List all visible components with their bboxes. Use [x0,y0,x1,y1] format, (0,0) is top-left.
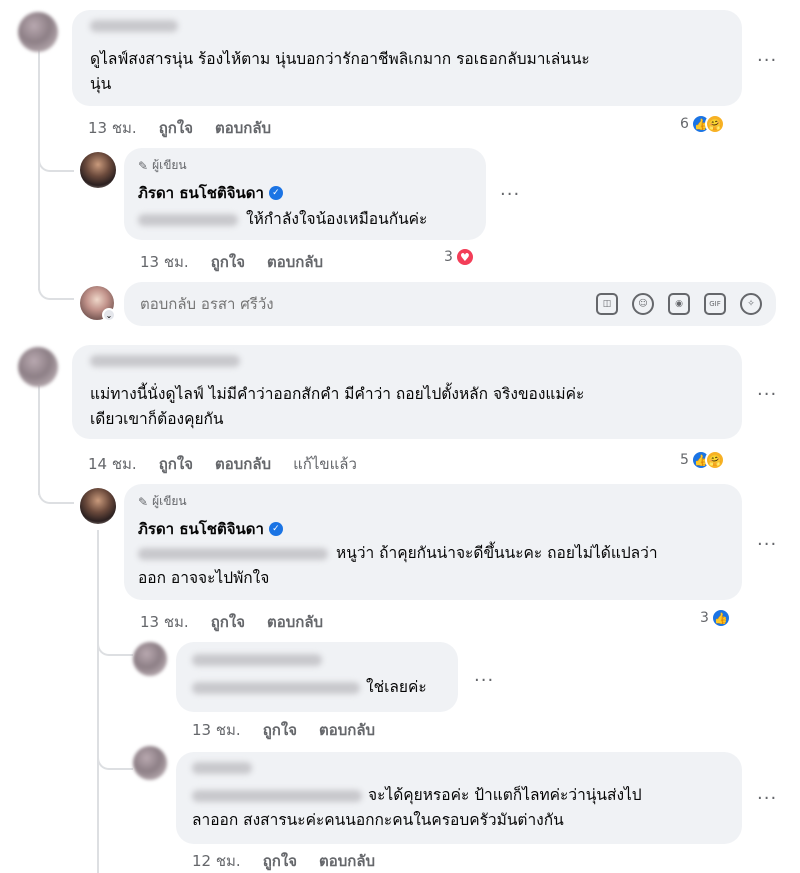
comment-bubble: ดูไลฟ์สงสารนุ่น ร้องไห้ตาม นุ่นบอกว่ารัก… [72,10,742,106]
reaction-count: 5 [680,452,689,468]
comment-actions: 13 ชม. ถูกใจ ตอบกลับ [88,116,271,140]
sub-reply-actions: 13 ชม. ถูกใจ ตอบกลับ [192,718,375,742]
reply-button[interactable]: ตอบกลับ [267,250,323,274]
reply-button[interactable]: ตอบกลับ [267,610,323,634]
commenter-avatar[interactable] [18,347,58,387]
more-options-button[interactable]: ··· [757,790,777,808]
like-button[interactable]: ถูกใจ [159,116,193,140]
reply-time[interactable]: 13 ชม. [140,610,189,634]
thread-line-3 [97,530,99,873]
mentioned-name-blurred[interactable] [192,681,360,694]
sub-reply-bubble: จะได้คุยหรอค่ะ ป้าแตก็ไลทค่ะว่านุ่นส่งไป… [176,752,742,844]
love-icon: ♥ [454,247,475,267]
sticker-icon[interactable]: ◫ [596,293,618,315]
author-avatar[interactable] [80,488,116,524]
author-name[interactable]: ภิรดา ธนโชติจินดา [138,181,264,205]
thread-curve-1a [38,150,74,172]
like-button[interactable]: ถูกใจ [263,718,297,742]
more-options-button[interactable]: ··· [474,672,494,690]
comment-actions: 14 ชม. ถูกใจ ตอบกลับ แก้ไขแล้ว [88,452,357,476]
verified-icon: ✓ [268,186,283,200]
reply-time[interactable]: 13 ชม. [192,718,241,742]
sub-reply-bubble: ใช่เลยค่ะ [176,642,458,712]
commenter-name-blurred[interactable] [90,355,240,367]
like-icon: 👍 [710,608,731,628]
gif-icon[interactable]: GIF [704,293,726,315]
like-button[interactable]: ถูกใจ [211,250,245,274]
commenter-name-blurred[interactable] [192,654,322,666]
mentioned-name-blurred[interactable] [138,213,238,226]
author-reply-text-line1: หนูว่า ถ้าคุยกันน่าจะดีขึ้นนะคะ ถอยไม่ได… [336,544,658,562]
comment-time[interactable]: 14 ชม. [88,452,137,476]
more-options-button[interactable]: ··· [757,386,777,404]
thread-curve-1b [38,270,74,300]
care-icon: 🤗 [704,114,725,134]
like-button[interactable]: ถูกใจ [211,610,245,634]
pencil-icon: ✎ [138,158,149,173]
thread-curve-3a [97,620,133,656]
author-reply-actions: 13 ชม. ถูกใจ ตอบกลับ [140,610,323,634]
more-options-button[interactable]: ··· [500,186,520,204]
reaction-count: 6 [680,116,689,132]
commenter-avatar[interactable] [133,746,167,780]
sub-reply-text: ใช่เลยค่ะ [366,678,427,696]
more-options-button[interactable]: ··· [757,52,777,70]
commenter-avatar[interactable] [18,12,58,52]
reaction-summary[interactable]: 3 👍 [700,608,731,628]
more-options-button[interactable]: ··· [757,536,777,554]
commenter-name-blurred[interactable] [192,762,252,774]
like-button[interactable]: ถูกใจ [159,452,193,476]
pencil-icon: ✎ [138,494,149,509]
reaction-summary[interactable]: 3 ♥ [444,247,475,267]
sub-reply-actions: 12 ชม. ถูกใจ ตอบกลับ [192,849,375,873]
chevron-down-icon[interactable]: ⌄ [102,308,116,322]
reply-button[interactable]: ตอบกลับ [215,116,271,140]
author-avatar[interactable] [80,152,116,188]
commenter-avatar[interactable] [133,642,167,676]
author-tag: ผู้เขียน [152,158,187,172]
like-button[interactable]: ถูกใจ [263,849,297,873]
avatar-sticker-icon[interactable]: ✧ [740,293,762,315]
thread-curve-3b [97,740,133,770]
camera-icon[interactable]: ◉ [668,293,690,315]
author-reply-bubble: ✎ ผู้เขียน ภิรดา ธนโชติจินดา ✓ ให้กำลังใ… [124,148,486,240]
reaction-summary[interactable]: 6 👍 🤗 [680,114,725,134]
reaction-count: 3 [444,249,453,265]
mentioned-name-blurred[interactable] [138,547,328,560]
reply-button[interactable]: ตอบกลับ [319,718,375,742]
reaction-count: 3 [700,610,709,626]
care-icon: 🤗 [704,450,725,470]
commenter-name-blurred[interactable] [90,20,178,32]
reply-time[interactable]: 13 ชม. [140,250,189,274]
reply-composer: ◫ ☺ ◉ GIF ✧ [124,282,776,326]
reply-button[interactable]: ตอบกลับ [215,452,271,476]
author-reply-text: ให้กำลังใจน้องเหมือนกันค่ะ [246,210,428,228]
mentioned-name-blurred[interactable] [192,789,362,802]
thread-curve-2 [38,470,74,504]
reply-input[interactable] [124,295,582,313]
reply-time[interactable]: 12 ชม. [192,849,241,873]
author-reply-actions: 13 ชม. ถูกใจ ตอบกลับ [140,250,323,274]
reaction-summary[interactable]: 5 👍 🤗 [680,450,725,470]
comment-bubble: แม่ทางนี้นั่งดูไลฟ์ ไม่มีคำว่าออกสักคำ ม… [72,345,742,439]
comment-time[interactable]: 13 ชม. [88,116,137,140]
author-reply-bubble: ✎ ผู้เขียน ภิรดา ธนโชติจินดา ✓ หนูว่า ถ้… [124,484,742,600]
reply-button[interactable]: ตอบกลับ [319,849,375,873]
emoji-icon[interactable]: ☺ [632,293,654,315]
verified-icon: ✓ [268,522,283,536]
author-tag: ผู้เขียน [152,494,187,508]
edited-label: แก้ไขแล้ว [293,455,357,473]
comment-text-line1: ดูไลฟ์สงสารนุ่น ร้องไห้ตาม นุ่นบอกว่ารัก… [90,50,590,68]
